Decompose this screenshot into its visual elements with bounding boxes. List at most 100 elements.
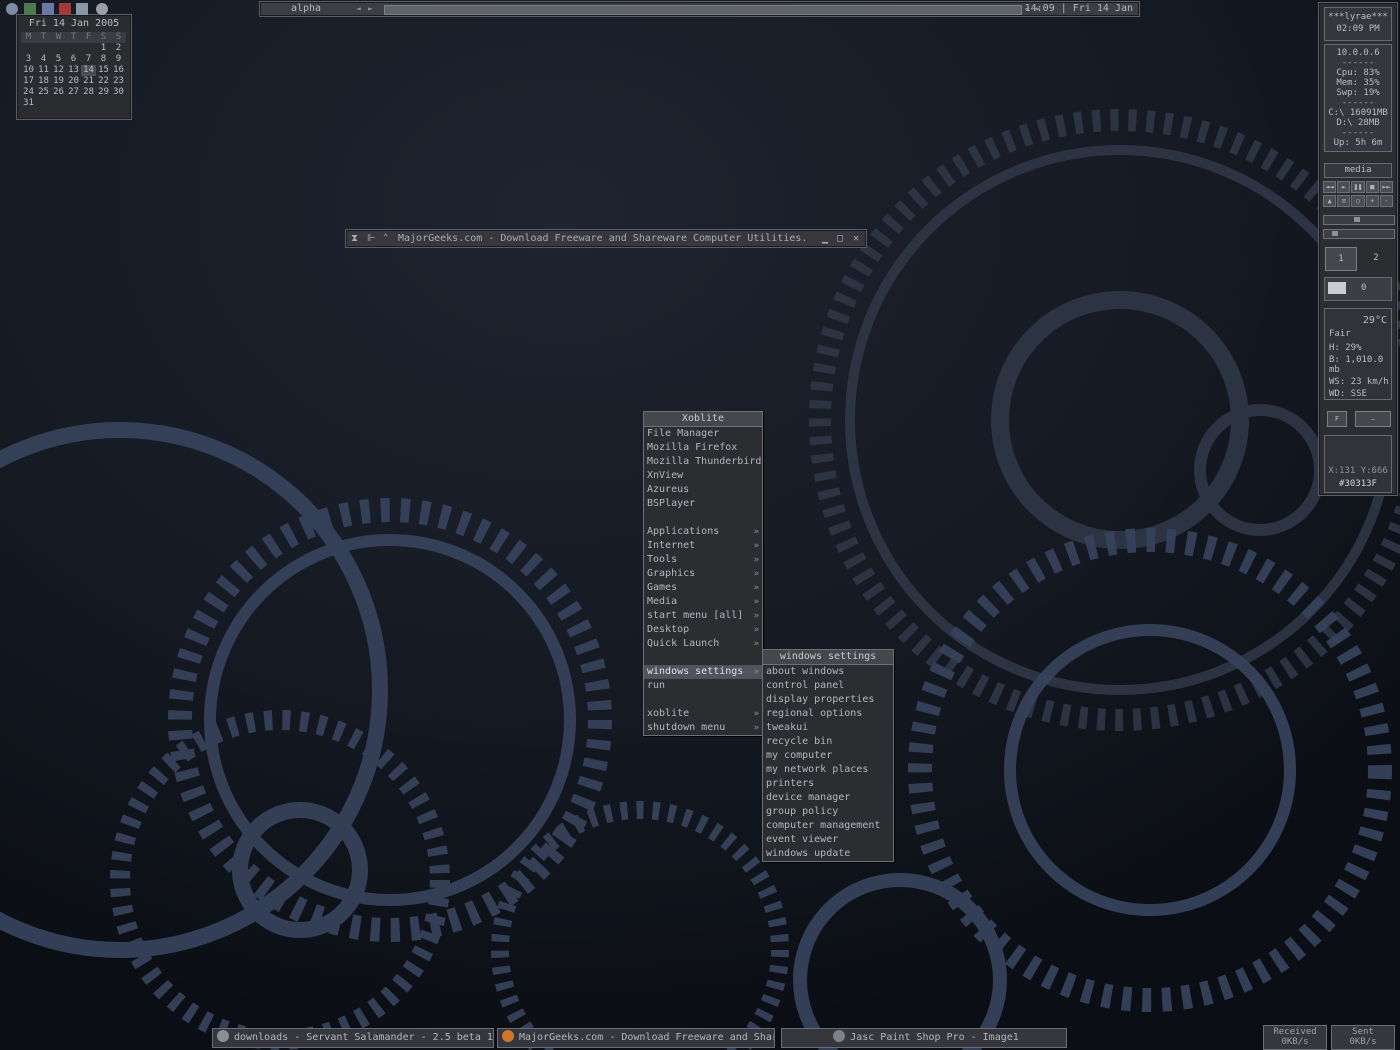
menu-item[interactable]: Tools <box>644 553 762 567</box>
calendar-day[interactable]: 28 <box>81 87 96 98</box>
volume-up-icon[interactable]: + <box>1365 195 1379 207</box>
submenu-item[interactable]: tweakui <box>763 721 893 735</box>
forward-icon[interactable]: ►► <box>1379 181 1394 193</box>
calendar-day[interactable]: 21 <box>81 76 96 87</box>
submenu-item[interactable]: event viewer <box>763 833 893 847</box>
workspace-label[interactable]: alpha <box>260 2 352 16</box>
calendar-day[interactable]: 20 <box>66 76 81 87</box>
play-icon[interactable]: ► <box>1337 181 1351 193</box>
eject-icon[interactable]: ▲ <box>1323 195 1337 207</box>
shade-icon[interactable]: ⌃ <box>383 230 388 247</box>
menu-item[interactable]: start menu [all] <box>644 609 762 623</box>
menu-item[interactable]: Internet <box>644 539 762 553</box>
repeat-icon[interactable]: ○ <box>1351 195 1365 207</box>
calendar-day[interactable]: 22 <box>96 76 111 87</box>
minimize-icon[interactable]: ▁ <box>822 230 828 247</box>
calendar-day[interactable]: 12 <box>51 65 66 76</box>
calendar-day[interactable]: 8 <box>96 54 111 65</box>
desktop-1-button[interactable]: 1 <box>1325 247 1357 271</box>
menu-item[interactable]: Quick Launch <box>644 637 762 651</box>
submenu-item[interactable]: my network places <box>763 763 893 777</box>
menu-item[interactable]: XnView <box>644 469 762 483</box>
calendar-day[interactable]: 11 <box>36 65 51 76</box>
calendar-day[interactable]: 23 <box>111 76 126 87</box>
submenu-item[interactable]: control panel <box>763 679 893 693</box>
calendar-day[interactable]: 31 <box>21 98 36 109</box>
pin-icon[interactable]: ⧗ <box>351 230 358 247</box>
antivirus-icon[interactable] <box>59 3 71 15</box>
calendar-day[interactable]: 17 <box>21 76 36 87</box>
stop-icon[interactable]: ■ <box>1365 181 1379 193</box>
calendar-day[interactable]: 18 <box>36 76 51 87</box>
submenu-item[interactable]: about windows <box>763 665 893 679</box>
submenu-item[interactable]: device manager <box>763 791 893 805</box>
network-icon[interactable] <box>6 3 18 15</box>
seek-slider[interactable] <box>1323 229 1395 239</box>
submenu-item[interactable]: regional options <box>763 707 893 721</box>
menu-item[interactable]: run <box>644 679 762 693</box>
workspace-prev-icon[interactable]: ◄ <box>356 4 361 13</box>
pause-icon[interactable]: ❚❚ <box>1351 181 1365 193</box>
playlist-icon[interactable]: ≡ <box>1337 195 1351 207</box>
monitor-icon[interactable] <box>24 3 36 15</box>
volume-handle[interactable] <box>1354 217 1360 222</box>
menu-item[interactable]: Media <box>644 595 762 609</box>
calendar-day[interactable]: 25 <box>36 87 51 98</box>
calendar-day[interactable]: 7 <box>81 54 96 65</box>
menu-item[interactable]: xoblite <box>644 707 762 721</box>
calendar-day[interactable]: 9 <box>111 54 126 65</box>
font-icon[interactable]: F <box>1327 411 1347 427</box>
calendar-day[interactable]: 29 <box>96 87 111 98</box>
mail-box[interactable]: 0 <box>1324 277 1392 301</box>
menu-item[interactable]: Graphics <box>644 567 762 581</box>
submenu-item[interactable]: printers <box>763 777 893 791</box>
workspace-next-icon[interactable]: ► <box>368 4 373 13</box>
desktop-2-button[interactable]: 2 <box>1361 247 1391 269</box>
calendar-day[interactable]: 26 <box>51 87 66 98</box>
calendar-day[interactable]: 16 <box>111 65 126 76</box>
menu-item[interactable]: shutdown menu <box>644 721 762 735</box>
calendar-day[interactable]: 2 <box>111 43 126 54</box>
submenu-item[interactable]: display properties <box>763 693 893 707</box>
close-icon[interactable]: ✕ <box>853 230 859 247</box>
taskbar-button[interactable]: MajorGeeks.com - Download Freeware and S… <box>497 1028 775 1048</box>
calendar-day[interactable]: 1 <box>96 43 111 54</box>
taskbar-button[interactable]: downloads - Servant Salamander - 2.5 bet… <box>212 1028 494 1048</box>
menu-item[interactable]: Applications <box>644 525 762 539</box>
menu-item[interactable]: File Manager <box>644 427 762 441</box>
calendar-day[interactable]: 27 <box>66 87 81 98</box>
calendar-day[interactable]: 6 <box>66 54 81 65</box>
calendar-day[interactable]: 5 <box>51 54 66 65</box>
calendar-day[interactable]: 24 <box>21 87 36 98</box>
seek-handle[interactable] <box>1332 231 1338 236</box>
calendar-day[interactable]: 4 <box>36 54 51 65</box>
submenu-item[interactable]: recycle bin <box>763 735 893 749</box>
display-icon[interactable] <box>76 3 88 15</box>
calendar-day[interactable]: 15 <box>96 65 111 76</box>
calendar-day[interactable]: 13 <box>66 65 81 76</box>
messenger-icon[interactable] <box>42 3 54 15</box>
mozilla-window-titlebar[interactable]: ⧗ ⊩ ⌃ MajorGeeks.com - Download Freeware… <box>345 229 867 248</box>
menu-item[interactable]: Games <box>644 581 762 595</box>
calendar-day[interactable]: 19 <box>51 76 66 87</box>
menu-item[interactable]: windows settings <box>644 665 762 679</box>
calendar-day[interactable]: 14 <box>81 65 96 76</box>
submenu-item[interactable]: windows update <box>763 847 893 861</box>
volume-down-icon[interactable]: - <box>1379 195 1394 207</box>
stick-icon[interactable]: ⊩ <box>367 230 376 247</box>
submenu-item[interactable]: my computer <box>763 749 893 763</box>
volume-icon[interactable] <box>96 3 108 15</box>
menu-item[interactable]: Mozilla Firefox <box>644 441 762 455</box>
calendar-day[interactable]: 10 <box>21 65 36 76</box>
rewind-icon[interactable]: ◄◄ <box>1323 181 1337 193</box>
menu-item[interactable]: Mozilla Thunderbird <box>644 455 762 469</box>
calendar-day[interactable]: 30 <box>111 87 126 98</box>
task-area[interactable] <box>384 5 1022 15</box>
minimize-all-icon[interactable]: — <box>1355 411 1391 427</box>
submenu-item[interactable]: computer management <box>763 819 893 833</box>
submenu-item[interactable]: group policy <box>763 805 893 819</box>
menu-item[interactable]: BSPlayer <box>644 497 762 511</box>
maximize-icon[interactable]: □ <box>837 230 843 247</box>
calendar-day[interactable]: 3 <box>21 54 36 65</box>
volume-slider[interactable] <box>1323 215 1395 225</box>
